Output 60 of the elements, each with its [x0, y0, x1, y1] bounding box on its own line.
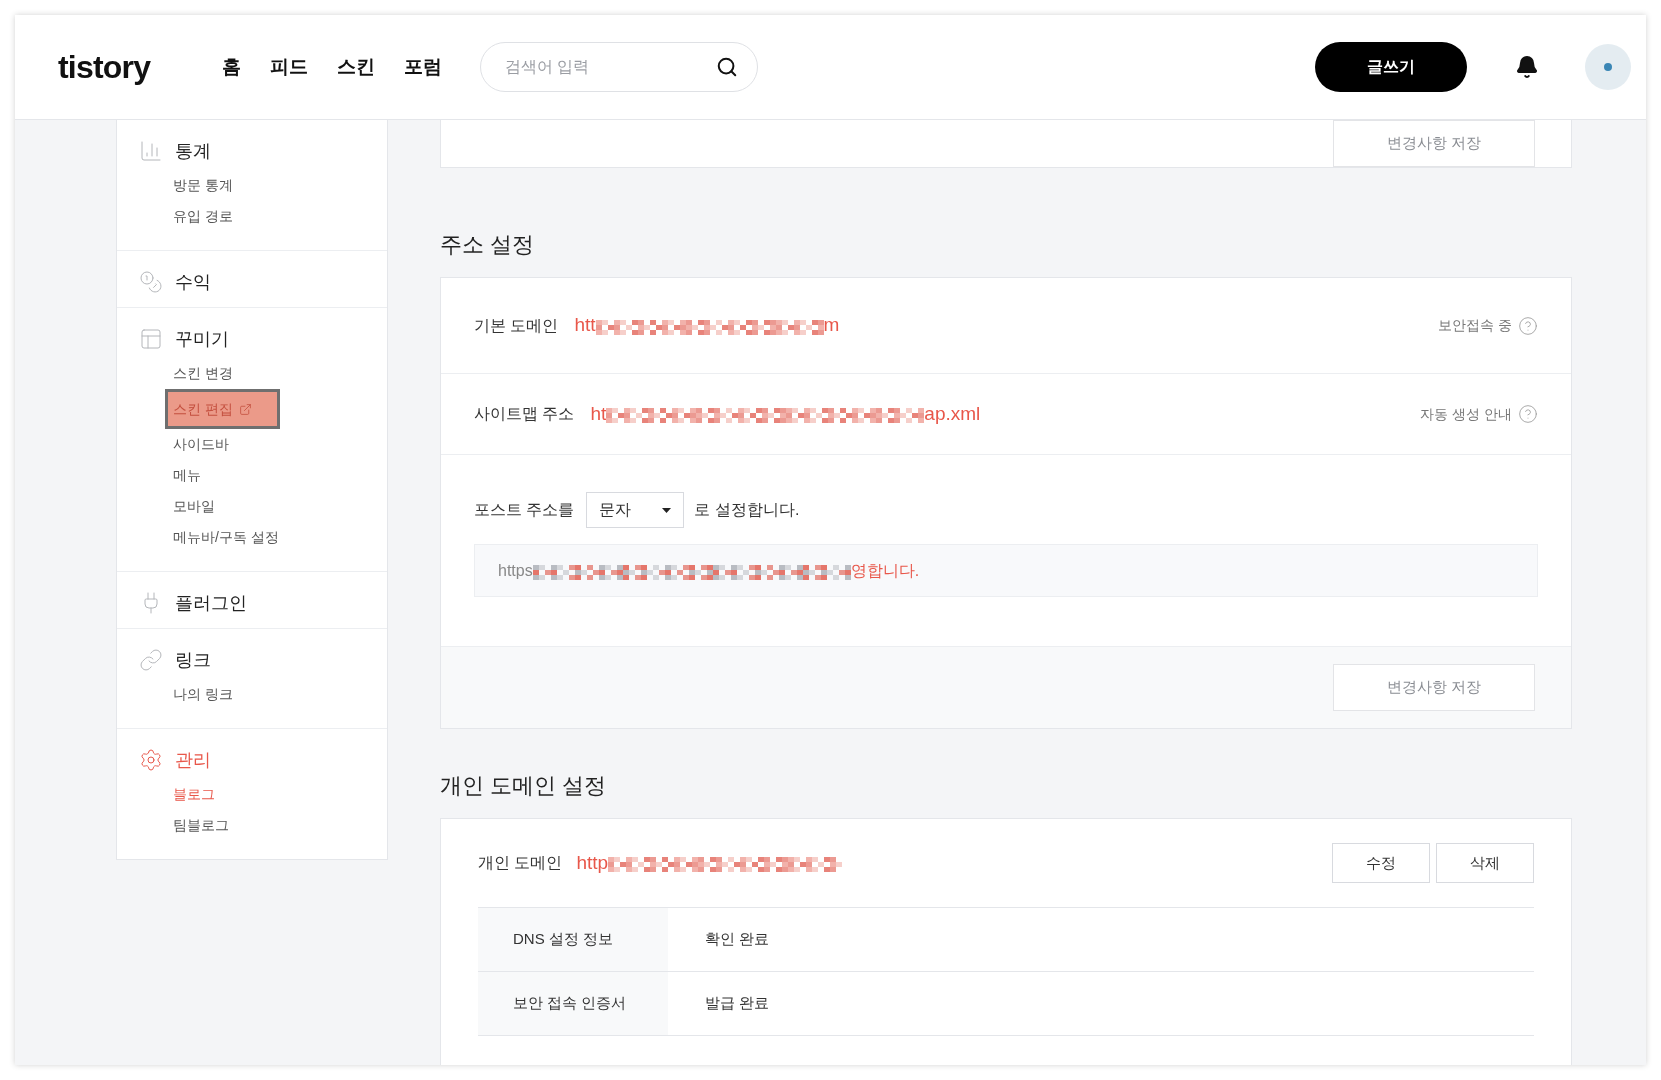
- help-note: 자동 생성 안내: [1420, 404, 1512, 424]
- help-note: 보안접속 중: [1438, 316, 1512, 335]
- sidebar-heading[interactable]: 꾸미기: [175, 325, 229, 353]
- sidebar-heading[interactable]: 플러그인: [175, 589, 247, 617]
- sidebar-item[interactable]: 모바일: [173, 491, 215, 522]
- post-address-label: 포스트 주소를: [474, 500, 575, 520]
- sidebar-heading[interactable]: 통계: [175, 137, 211, 165]
- search-field[interactable]: 검색어 입력: [480, 42, 758, 92]
- sidebar-heading[interactable]: 링크: [175, 646, 211, 674]
- sidebar-heading[interactable]: 관리: [175, 746, 211, 774]
- sidebar-item[interactable]: 유입 경로: [173, 201, 233, 232]
- sidebar-item[interactable]: 방문 통계: [173, 170, 233, 201]
- url-start: http: [576, 850, 609, 875]
- post-address-select[interactable]: 문자: [586, 492, 685, 528]
- nav-link[interactable]: 스킨: [337, 52, 375, 82]
- sidebar-item[interactable]: 팀블로그: [173, 810, 229, 841]
- help-icon[interactable]: [1518, 315, 1538, 336]
- table-cell-text: 확인 완료: [704, 929, 770, 950]
- field-label: 사이트맵 주소: [474, 404, 575, 424]
- bell-icon[interactable]: [1515, 55, 1539, 79]
- avatar[interactable]: [1585, 44, 1631, 90]
- delete-button[interactable]: 삭제: [1436, 843, 1534, 883]
- url-end: ap.xml: [924, 401, 981, 426]
- field-label: 개인 도메인: [478, 853, 563, 873]
- section-heading: 개인 도메인 설정: [440, 772, 608, 800]
- post-address-suffix: 로 설정합니다.: [694, 500, 800, 520]
- sidebar-item[interactable]: 블로그: [173, 779, 215, 810]
- edit-button[interactable]: 수정: [1332, 843, 1430, 883]
- field-label: 기본 도메인: [474, 315, 559, 336]
- save-changes-button[interactable]: 변경사항 저장: [1333, 664, 1535, 711]
- sidebar-item[interactable]: 나의 링크: [173, 679, 233, 710]
- settings-icon: [139, 748, 163, 772]
- sidebar-item[interactable]: 스킨 변경: [173, 358, 233, 389]
- preview-start: https: [498, 560, 533, 581]
- caret-icon: [662, 507, 672, 513]
- table-header-cell: 보안 접속 인증서: [478, 972, 668, 1035]
- nav-link[interactable]: 홈: [222, 52, 241, 82]
- sidebar-item[interactable]: 메뉴바/구독 설정: [173, 522, 279, 553]
- table-cell-text: 발급 완료: [704, 993, 770, 1014]
- write-button[interactable]: 글쓰기: [1315, 42, 1467, 92]
- table-header-cell: DNS 설정 정보: [478, 908, 668, 971]
- layout-icon: [139, 327, 163, 351]
- search-icon[interactable]: [716, 56, 738, 78]
- preview-end: 영합니다.: [850, 560, 920, 581]
- sidebar-item[interactable]: 사이드바: [173, 429, 229, 460]
- help-icon[interactable]: [1518, 404, 1538, 424]
- coins-icon: [139, 270, 163, 294]
- sidebar-item[interactable]: 메뉴: [173, 460, 201, 491]
- link-icon: [139, 648, 163, 672]
- save-changes-button[interactable]: 변경사항 저장: [1333, 120, 1535, 167]
- url-start: htt: [574, 313, 596, 338]
- external-link-icon: [238, 402, 252, 416]
- url-end: m: [823, 313, 840, 338]
- tistory-logo[interactable]: tistory: [58, 43, 222, 91]
- section-heading: 주소 설정: [440, 231, 536, 259]
- url-start: ht: [590, 401, 607, 426]
- nav-link[interactable]: 피드: [270, 52, 308, 82]
- sidebar-heading[interactable]: 수익: [175, 268, 211, 296]
- nav-link[interactable]: 포럼: [404, 52, 442, 82]
- bar-chart-icon: [139, 139, 163, 163]
